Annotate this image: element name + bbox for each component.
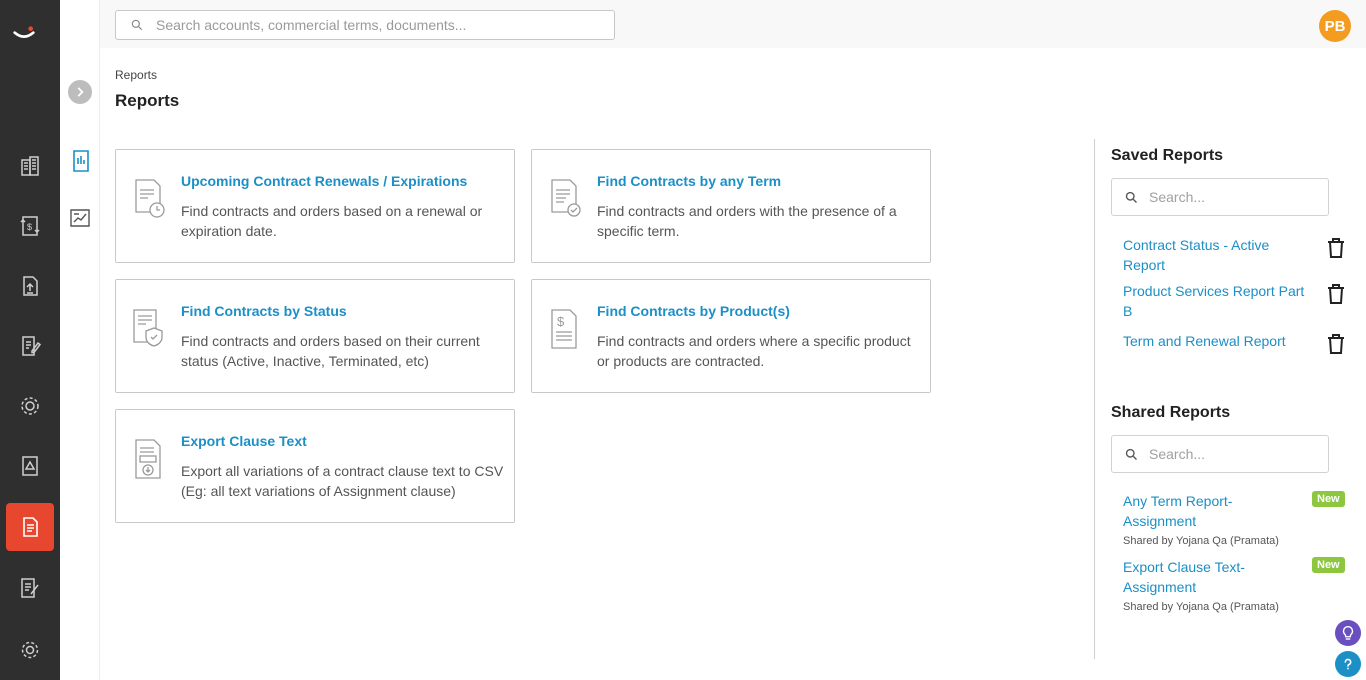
trash-icon[interactable] (1327, 237, 1345, 259)
report-document-icon (23, 517, 38, 537)
page-title: Reports (115, 91, 180, 110)
saved-report-item: Product Services Report Part B (1123, 281, 1363, 321)
card-description: Find contracts and orders based on a ren… (181, 203, 483, 239)
card-description: Find contracts and orders based on their… (181, 333, 480, 369)
report-card-products[interactable]: $ Find Contracts by Product(s) Find cont… (531, 279, 931, 393)
download-document-icon (135, 439, 161, 479)
card-description: Find contracts and orders where a specif… (597, 333, 911, 369)
edit-document-icon (22, 336, 42, 356)
buildings-icon (21, 156, 39, 176)
card-title[interactable]: Find Contracts by Status (181, 303, 347, 319)
card-description: Export all variations of a contract clau… (181, 463, 504, 499)
shared-reports-title: Shared Reports (1111, 404, 1231, 421)
shared-report-item: Any Term Report- Assignment Shared by Yo… (1123, 491, 1363, 547)
shared-by-text: Shared by Yojana Qa (Pramata) (1123, 535, 1279, 547)
svg-text:$: $ (27, 222, 32, 232)
nav-upload[interactable] (6, 262, 54, 310)
card-description: Find contracts and orders with the prese… (597, 203, 897, 239)
chart-report-icon (70, 209, 90, 227)
nav-accounts[interactable] (6, 142, 54, 190)
shared-report-item: Export Clause Text- Assignment Shared by… (1123, 557, 1363, 613)
saved-reports-search-input[interactable] (1149, 189, 1319, 205)
upload-document-icon (23, 276, 38, 296)
shared-reports-search[interactable] (1111, 435, 1329, 473)
global-search-input[interactable] (156, 17, 596, 33)
report-card-status[interactable]: Find Contracts by Status Find contracts … (115, 279, 515, 393)
search-icon (1125, 191, 1137, 203)
tips-button[interactable] (1335, 620, 1361, 646)
card-title[interactable]: Find Contracts by Product(s) (597, 303, 790, 319)
trash-icon[interactable] (1327, 333, 1345, 355)
app-logo[interactable] (12, 22, 48, 58)
user-avatar[interactable]: PB (1319, 10, 1351, 42)
card-title[interactable]: Export Clause Text (181, 433, 307, 449)
shield-document-icon (133, 309, 163, 347)
shared-report-link[interactable]: Any Term Report- Assignment (1123, 491, 1303, 531)
report-card-any-term[interactable]: Find Contracts by any Term Find contract… (531, 149, 931, 263)
trash-icon[interactable] (1327, 283, 1345, 305)
question-mark-icon (1344, 658, 1352, 670)
lightbulb-icon (1342, 626, 1354, 640)
dollar-transfer-icon: $ (20, 216, 40, 236)
search-icon (1125, 448, 1137, 460)
svg-text:$: $ (557, 314, 565, 329)
shared-report-link[interactable]: Export Clause Text- Assignment (1123, 557, 1303, 597)
nav-reports[interactable] (6, 503, 54, 551)
report-card-export-clause[interactable]: Export Clause Text Export all variations… (115, 409, 515, 523)
expand-panel-button[interactable] (68, 80, 92, 104)
subnav-analytics[interactable] (68, 205, 94, 231)
cog-icon (21, 397, 39, 415)
report-card-renewals[interactable]: Upcoming Contract Renewals / Expirations… (115, 149, 515, 263)
help-button[interactable] (1335, 651, 1361, 677)
breadcrumb[interactable]: Reports (115, 68, 157, 82)
saved-report-item: Term and Renewal Report (1123, 331, 1363, 354)
nav-alerts[interactable] (6, 442, 54, 490)
top-bar: PB (100, 0, 1366, 48)
global-search[interactable] (115, 10, 615, 40)
dollar-document-icon: $ (551, 309, 577, 349)
card-title[interactable]: Find Contracts by any Term (597, 173, 781, 189)
saved-report-link[interactable]: Product Services Report Part B (1123, 281, 1313, 321)
saved-report-link[interactable]: Contract Status - Active Report (1123, 235, 1313, 275)
shared-by-text: Shared by Yojana Qa (Pramata) (1123, 601, 1279, 613)
card-title[interactable]: Upcoming Contract Renewals / Expirations (181, 173, 467, 189)
nav-workflows[interactable] (6, 382, 54, 430)
search-icon (131, 19, 143, 31)
main-nav-rail: $ (0, 0, 60, 680)
saved-report-link[interactable]: Term and Renewal Report (1123, 331, 1313, 351)
checklist-pen-icon (21, 578, 39, 598)
nav-documents[interactable] (6, 322, 54, 370)
subnav-reports[interactable] (68, 148, 94, 174)
chevron-right-icon (77, 87, 84, 97)
nav-commercial-terms[interactable]: $ (6, 202, 54, 250)
new-badge: New (1312, 557, 1345, 573)
saved-reports-search[interactable] (1111, 178, 1329, 216)
saved-reports-title: Saved Reports (1111, 147, 1224, 164)
saved-report-item: Contract Status - Active Report (1123, 235, 1363, 275)
nav-tasks[interactable] (6, 564, 54, 612)
reports-side-panel: Saved Reports Contract Status - Active R… (1094, 139, 1366, 659)
nav-settings[interactable] (6, 626, 54, 674)
new-badge: New (1312, 491, 1345, 507)
alert-document-icon (22, 456, 38, 476)
shared-reports-search-input[interactable] (1149, 446, 1319, 462)
calendar-document-icon (135, 179, 165, 218)
settings-gear-icon (21, 641, 39, 659)
bar-report-icon (73, 150, 89, 172)
checked-document-icon (551, 179, 581, 217)
